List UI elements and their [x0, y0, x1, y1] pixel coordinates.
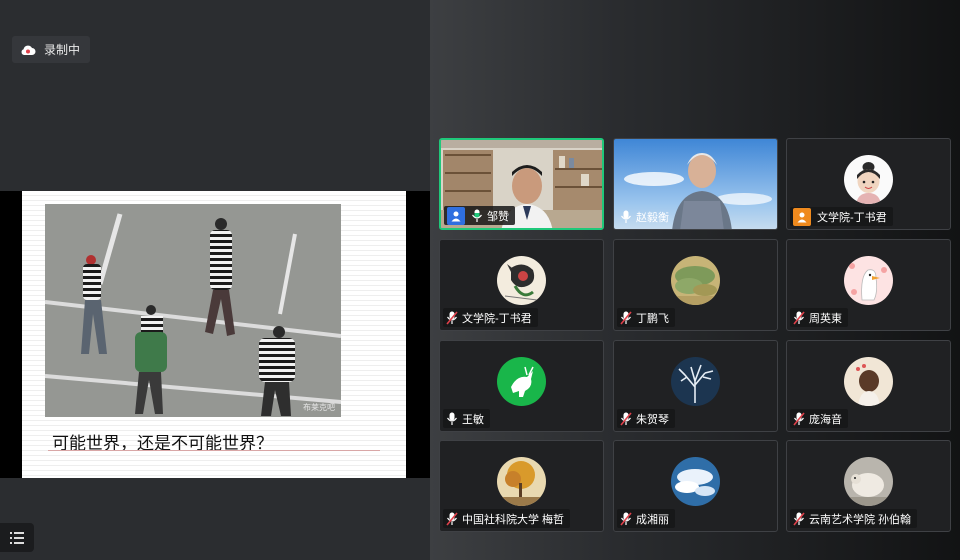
mic-muted-icon [793, 511, 805, 526]
participant-nametag: 中国社科院大学 梅哲 [443, 509, 571, 528]
participant-avatar [671, 256, 720, 305]
participant-nametag: 文学院-丁书君 [443, 308, 538, 327]
toolbar-menu-button[interactable] [0, 523, 34, 552]
participant-nametag: 赵毅衡 [617, 207, 675, 226]
participant-tile[interactable]: 文学院-丁书君 [786, 138, 951, 230]
participant-nametag: 庞海音 [790, 409, 848, 428]
participant-avatar [844, 155, 893, 204]
slide-photo: 布莱克吧 [45, 204, 341, 417]
participant-avatar [497, 457, 546, 506]
participant-avatar [671, 457, 720, 506]
user-icon [793, 207, 811, 226]
mic-icon [472, 209, 482, 222]
participant-name: 庞海音 [809, 413, 842, 426]
participant-nametag: 成湘丽 [617, 509, 675, 528]
participant-name: 赵毅衡 [636, 211, 669, 224]
mic-muted-icon [793, 411, 805, 426]
participant-nametag: 邹赞 [444, 206, 515, 225]
mic-muted-icon [793, 310, 805, 325]
participant-tile[interactable]: 中国社科院大学 梅哲 [439, 440, 604, 532]
recording-indicator[interactable]: 录制中 [12, 36, 91, 63]
participant-name: 丁鹏飞 [636, 312, 669, 325]
shared-screen-pane: 录制中 布莱克吧 可能世界，还是不可能世界？ [0, 0, 430, 560]
participant-name: 文学院-丁书君 [817, 211, 887, 224]
list-menu-icon [10, 531, 24, 544]
participant-tile[interactable]: 丁鹏飞 [613, 239, 778, 331]
mic-muted-icon [620, 411, 632, 426]
participant-gallery: 邹赞 赵毅衡 文学院-丁书君 文学院-丁书君 丁鹏飞 周英東 王敏 朱贺琴 庞海… [430, 0, 960, 560]
mic-muted-icon [620, 511, 632, 526]
mic-muted-icon [446, 511, 458, 526]
caption-underline [48, 450, 380, 451]
recording-label: 录制中 [44, 43, 81, 57]
presentation-slide: 布莱克吧 可能世界，还是不可能世界？ [22, 191, 406, 478]
participant-name: 成湘丽 [636, 513, 669, 526]
participant-tile[interactable]: 王敏 [439, 340, 604, 432]
shared-content-area: 布莱克吧 可能世界，还是不可能世界？ [0, 191, 430, 478]
participant-tile[interactable]: 云南艺术学院 孙伯翰 [786, 440, 951, 532]
participant-avatar [497, 357, 546, 406]
participant-nametag: 周英東 [790, 308, 848, 327]
participant-name: 文学院-丁书君 [462, 312, 532, 325]
participant-nametag: 丁鹏飞 [617, 308, 675, 327]
participant-avatar [844, 256, 893, 305]
cloud-record-icon [21, 45, 36, 55]
participant-tile[interactable]: 邹赞 [439, 138, 604, 230]
mic-icon [447, 412, 457, 425]
participant-name: 中国社科院大学 梅哲 [462, 513, 565, 526]
participant-tile[interactable]: 周英東 [786, 239, 951, 331]
mic-muted-icon [620, 310, 632, 325]
participant-tile[interactable]: 成湘丽 [613, 440, 778, 532]
participant-name: 云南艺术学院 孙伯翰 [809, 513, 912, 526]
participant-avatar [844, 457, 893, 506]
participant-nametag: 云南艺术学院 孙伯翰 [790, 509, 918, 528]
participant-nametag: 文学院-丁书君 [790, 207, 893, 226]
participant-tile[interactable]: 庞海音 [786, 340, 951, 432]
participant-name: 周英東 [809, 312, 842, 325]
participant-avatar [497, 256, 546, 305]
participant-name: 王敏 [462, 413, 484, 426]
participant-avatar [671, 357, 720, 406]
mic-icon [621, 210, 631, 223]
participant-nametag: 朱贺琴 [617, 409, 675, 428]
photo-watermark: 布莱克吧 [303, 403, 335, 412]
host-user-icon [447, 206, 465, 225]
participant-tile[interactable]: 朱贺琴 [613, 340, 778, 432]
participant-name: 朱贺琴 [636, 413, 669, 426]
participant-tile[interactable]: 赵毅衡 [613, 138, 778, 230]
participant-nametag: 王敏 [443, 409, 490, 428]
participant-avatar [844, 357, 893, 406]
mic-muted-icon [446, 310, 458, 325]
participant-tile[interactable]: 文学院-丁书君 [439, 239, 604, 331]
participant-name: 邹赞 [487, 210, 509, 223]
